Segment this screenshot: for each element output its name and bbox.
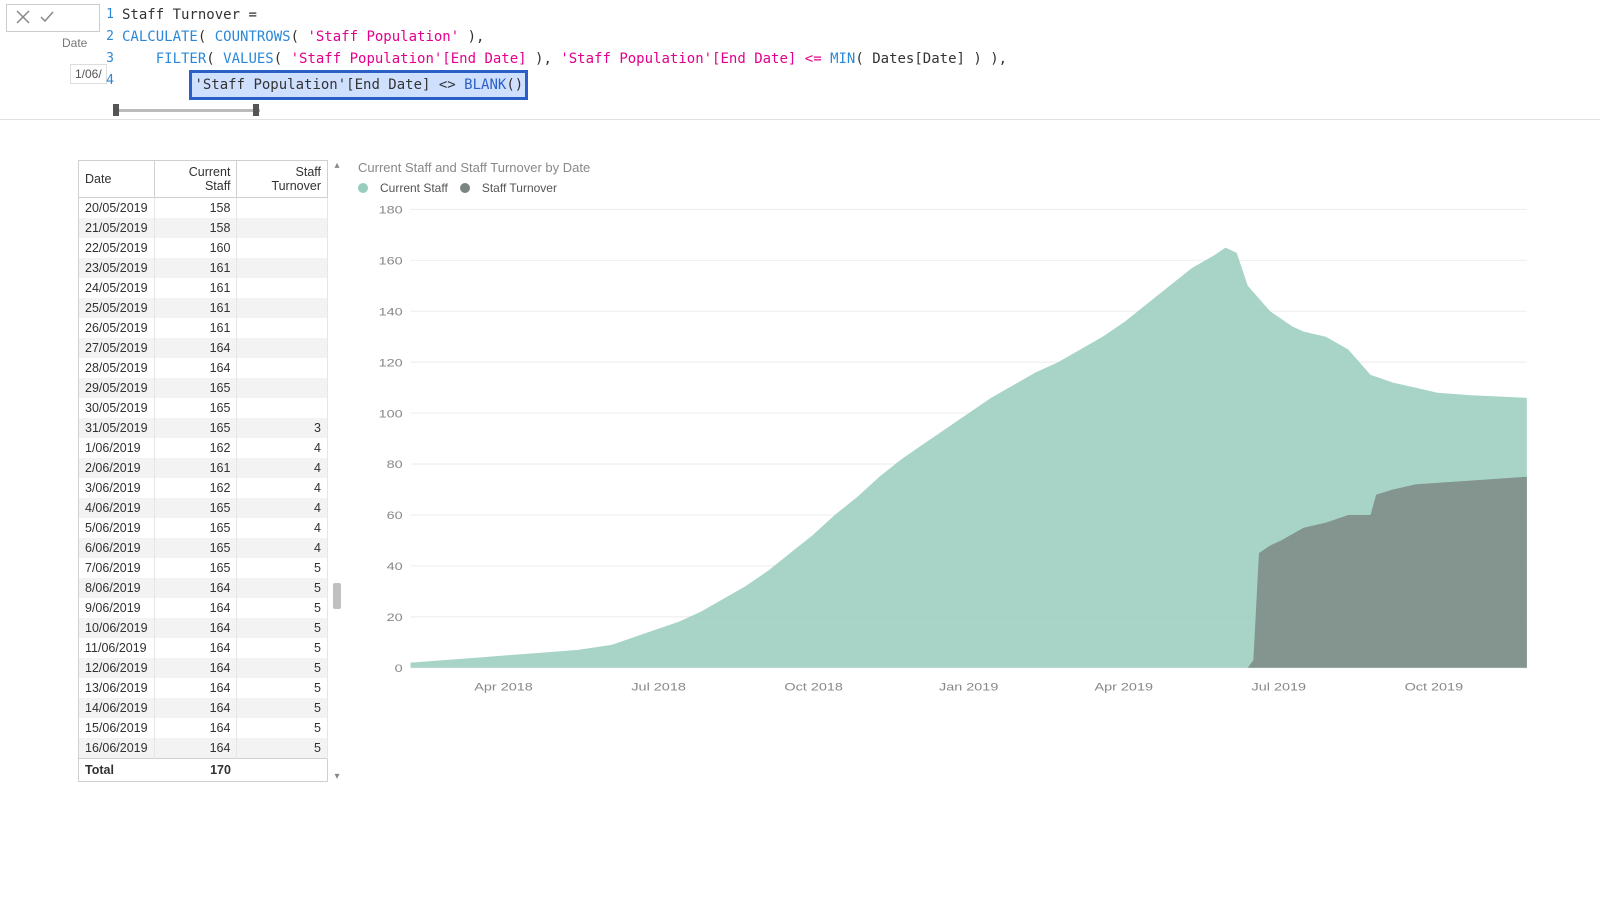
table-row[interactable]: 31/05/20191653 (79, 418, 328, 438)
scroll-thumb[interactable] (333, 583, 341, 609)
svg-text:0: 0 (395, 661, 403, 674)
table-row[interactable]: 10/06/20191645 (79, 618, 328, 638)
data-table-visual[interactable]: DateCurrent StaffStaff Turnover 20/05/20… (78, 160, 328, 782)
table-scrollbar[interactable]: ▴ ▾ (330, 160, 344, 782)
svg-text:Jan 2019: Jan 2019 (939, 680, 998, 693)
table-row[interactable]: 22/05/2019160 (79, 238, 328, 258)
legend-label-turnover: Staff Turnover (482, 181, 557, 195)
table-row[interactable]: 1/06/20191624 (79, 438, 328, 458)
legend-swatch-current (358, 183, 368, 193)
table-row[interactable]: 11/06/20191645 (79, 638, 328, 658)
legend-swatch-turnover (460, 183, 470, 193)
scroll-up-icon[interactable]: ▴ (334, 160, 339, 171)
svg-text:Jul 2019: Jul 2019 (1252, 680, 1307, 693)
svg-text:180: 180 (379, 203, 403, 216)
svg-text:120: 120 (379, 356, 403, 369)
table-row[interactable]: 28/05/2019164 (79, 358, 328, 378)
table-row[interactable]: 15/06/20191645 (79, 718, 328, 738)
scroll-down-icon[interactable]: ▾ (334, 771, 339, 782)
table-row[interactable]: 9/06/20191645 (79, 598, 328, 618)
table-row[interactable]: 25/05/2019161 (79, 298, 328, 318)
svg-text:Apr 2019: Apr 2019 (1094, 680, 1153, 693)
table-row[interactable]: 26/05/2019161 (79, 318, 328, 338)
formula-commit-controls (6, 4, 100, 32)
svg-text:40: 40 (387, 560, 403, 573)
formula-bar-area: Date 1/06/ 1Staff Turnover = 2CALCULATE(… (0, 0, 1600, 120)
table-row[interactable]: 8/06/20191645 (79, 578, 328, 598)
table-row[interactable]: 21/05/2019158 (79, 218, 328, 238)
table-row[interactable]: 27/05/2019164 (79, 338, 328, 358)
commit-icon[interactable] (39, 9, 55, 28)
table-row[interactable]: 16/06/20191645 (79, 738, 328, 759)
measure-name: Staff Turnover (122, 7, 240, 23)
chart-svg: 0 20 40 60 80 100 120 140 160 180 Apr 2018 Jul 201… (358, 199, 1540, 699)
svg-text:Oct 2019: Oct 2019 (1405, 680, 1464, 693)
svg-text:Jul 2018: Jul 2018 (631, 680, 686, 693)
table-row[interactable]: 6/06/20191654 (79, 538, 328, 558)
area-chart-visual[interactable]: Current Staff and Staff Turnover by Date… (358, 160, 1540, 702)
svg-text:80: 80 (387, 458, 403, 471)
table-row[interactable]: 30/05/2019165 (79, 398, 328, 418)
table-row[interactable]: 4/06/20191654 (79, 498, 328, 518)
table-row[interactable]: 2/06/20191614 (79, 458, 328, 478)
table-row[interactable]: 23/05/2019161 (79, 258, 328, 278)
table-row[interactable]: 7/06/20191655 (79, 558, 328, 578)
slicer-header: Date (62, 36, 87, 50)
total-label: Total (79, 759, 155, 782)
dax-formula-editor[interactable]: 1Staff Turnover = 2CALCULATE( COUNTROWS(… (100, 4, 1590, 100)
total-value: 170 (154, 759, 237, 782)
table-row[interactable]: 14/06/20191645 (79, 698, 328, 718)
table-row[interactable]: 5/06/20191654 (79, 518, 328, 538)
formula-highlighted-fragment: 'Staff Population'[End Date] <> BLANK() (189, 70, 528, 100)
chart-title: Current Staff and Staff Turnover by Date (358, 160, 1540, 175)
svg-text:60: 60 (387, 509, 403, 522)
svg-text:20: 20 (387, 610, 403, 623)
date-slicer-thumb-left[interactable] (113, 104, 119, 116)
svg-text:100: 100 (379, 407, 403, 420)
table-row[interactable]: 20/05/2019158 (79, 198, 328, 219)
table-row[interactable]: 13/06/20191645 (79, 678, 328, 698)
table-row[interactable]: 24/05/2019161 (79, 278, 328, 298)
cancel-icon[interactable] (15, 9, 31, 28)
column-header[interactable]: Date (79, 161, 155, 198)
svg-text:160: 160 (379, 254, 403, 267)
chart-legend: Current Staff Staff Turnover (358, 181, 1540, 195)
svg-text:Apr 2018: Apr 2018 (474, 680, 533, 693)
column-header[interactable]: Staff Turnover (237, 161, 328, 198)
svg-text:Oct 2018: Oct 2018 (784, 680, 843, 693)
column-header[interactable]: Current Staff (154, 161, 237, 198)
date-slicer-thumb-right[interactable] (253, 104, 259, 116)
table-row[interactable]: 12/06/20191645 (79, 658, 328, 678)
date-slicer-track[interactable] (116, 109, 260, 112)
legend-label-current: Current Staff (380, 181, 448, 195)
svg-text:140: 140 (379, 305, 403, 318)
table-row[interactable]: 3/06/20191624 (79, 478, 328, 498)
table-row[interactable]: 29/05/2019165 (79, 378, 328, 398)
